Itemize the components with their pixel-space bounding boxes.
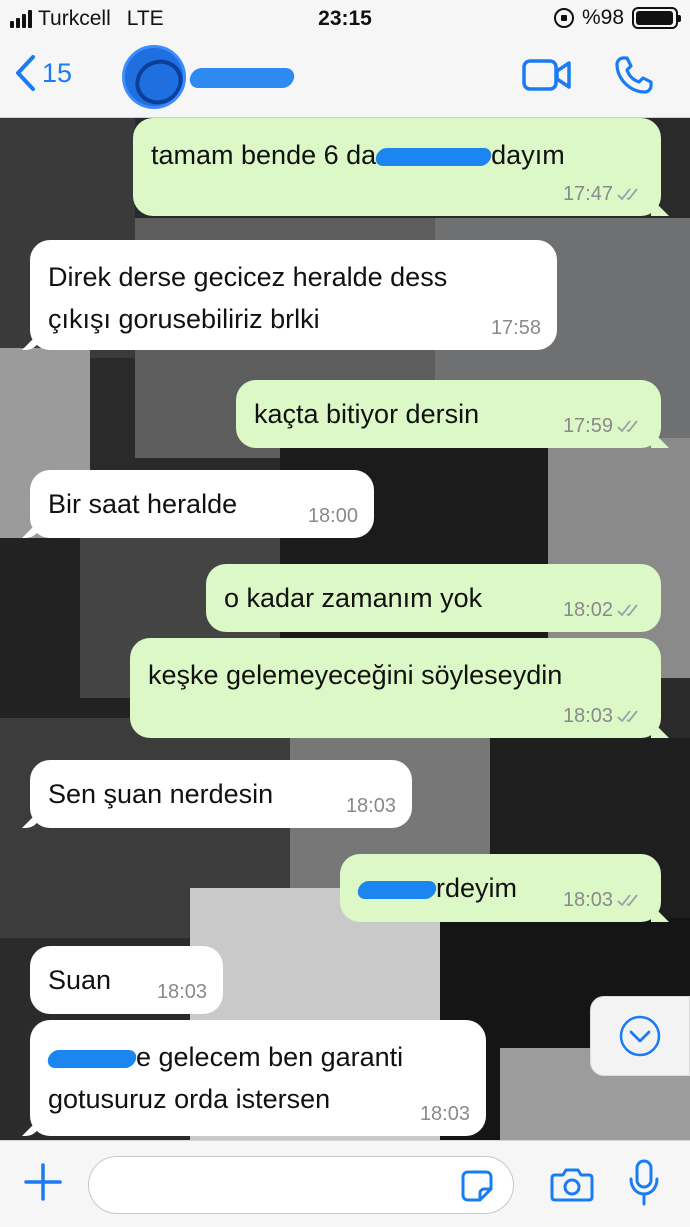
message-incoming[interactable]: Direk derse gecicez heralde dess çıkışı … bbox=[22, 240, 557, 350]
voice-call-button[interactable] bbox=[614, 55, 654, 100]
attach-button[interactable] bbox=[22, 1161, 64, 1208]
rotation-lock-icon bbox=[553, 8, 574, 28]
message-incoming[interactable]: e gelecem ben garanti gotusuruz orda ist… bbox=[22, 1020, 486, 1136]
message-text-end: rdeyim bbox=[436, 873, 518, 903]
video-call-button[interactable] bbox=[522, 58, 572, 97]
message-text: tamam bende 6 da dayım bbox=[151, 132, 643, 178]
message-meta: 18:00 bbox=[308, 506, 358, 526]
double-check-icon bbox=[617, 604, 638, 617]
message-text: Direk derse gecicez heralde dess bbox=[48, 262, 448, 292]
message-meta: 18:03 bbox=[563, 706, 645, 726]
message-meta: 18:03 bbox=[563, 890, 645, 910]
message-text-start: tamam bende 6 da bbox=[151, 140, 377, 170]
chat-header: 15 bbox=[0, 40, 690, 118]
contact-name-redacted[interactable] bbox=[188, 68, 296, 88]
chevron-down-circle-icon bbox=[619, 1015, 661, 1057]
redacted-text bbox=[374, 147, 494, 166]
message-incoming[interactable]: Sen şuan nerdesin 18:03 bbox=[22, 760, 412, 828]
message-outgoing[interactable]: rdeyim 18:03 bbox=[340, 854, 669, 922]
redacted-text bbox=[46, 1049, 138, 1068]
message-meta: 17:59 bbox=[563, 416, 645, 436]
camera-icon bbox=[550, 1168, 594, 1202]
sticker-button[interactable] bbox=[460, 1169, 494, 1208]
input-bar bbox=[0, 1140, 690, 1227]
message-time: 17:58 bbox=[490, 317, 541, 339]
message-time: 17:59 bbox=[562, 415, 613, 437]
microphone-button[interactable] bbox=[628, 1159, 660, 1212]
double-check-icon bbox=[617, 188, 638, 201]
scroll-to-bottom-button[interactable] bbox=[590, 996, 690, 1076]
chat-area[interactable]: tamam bende 6 da dayım 17:47 Direk derse … bbox=[0, 118, 690, 1140]
battery-percent: %98 bbox=[581, 6, 624, 29]
status-bar: Turkcell LTE 23:15 %98 bbox=[0, 0, 690, 40]
double-check-icon bbox=[617, 420, 638, 433]
chevron-left-icon bbox=[16, 55, 35, 91]
battery-fill bbox=[636, 11, 674, 25]
message-time: 17:47 bbox=[562, 183, 613, 205]
contact-avatar[interactable] bbox=[122, 45, 186, 109]
plus-icon bbox=[24, 1163, 62, 1201]
double-check-icon bbox=[617, 710, 638, 723]
message-text: e gelecem ben garanti bbox=[46, 1034, 468, 1080]
status-right: %98 bbox=[553, 6, 681, 30]
message-text: keşke gelemeyeceğini söyleseydin bbox=[148, 660, 563, 690]
message-input[interactable] bbox=[88, 1156, 514, 1214]
message-time: 18:02 bbox=[562, 599, 613, 621]
back-button[interactable]: 15 bbox=[14, 54, 72, 92]
microphone-icon bbox=[629, 1159, 659, 1206]
message-time: 18:00 bbox=[307, 505, 358, 527]
bubble-tail bbox=[651, 198, 669, 216]
message-text-end: e gelecem ben garanti bbox=[136, 1042, 404, 1072]
unread-count: 15 bbox=[42, 57, 73, 88]
bubble-tail bbox=[651, 720, 669, 738]
message-time: 18:03 bbox=[562, 705, 613, 727]
message-time: 18:03 bbox=[562, 889, 613, 911]
message-meta: 17:58 bbox=[491, 318, 541, 338]
message-outgoing[interactable]: o kadar zamanım yok 18:02 bbox=[206, 564, 661, 632]
message-text: gotusuruz orda istersen bbox=[48, 1084, 331, 1114]
camera-button[interactable] bbox=[550, 1166, 594, 1207]
redacted-text bbox=[356, 880, 438, 899]
message-time: 18:03 bbox=[345, 795, 396, 817]
message-incoming[interactable]: Bir saat heralde 18:00 bbox=[22, 470, 374, 538]
message-outgoing[interactable]: kaçta bitiyor dersin 17:59 bbox=[236, 380, 669, 448]
message-outgoing[interactable]: keşke gelemeyeceğini söyleseydin 18:03 bbox=[130, 638, 669, 738]
message-text: çıkışı gorusebiliriz brlki bbox=[48, 304, 320, 334]
message-time: 18:03 bbox=[156, 981, 207, 1003]
battery-icon bbox=[632, 7, 681, 29]
message-meta: 17:47 bbox=[563, 184, 645, 204]
double-check-icon bbox=[617, 894, 638, 907]
message-text: Sen şuan nerdesin bbox=[48, 779, 274, 809]
message-time: 18:03 bbox=[419, 1103, 470, 1125]
message-meta: 18:02 bbox=[563, 600, 645, 620]
message-meta: 18:03 bbox=[420, 1104, 470, 1124]
sticker-icon bbox=[461, 1170, 493, 1202]
video-camera-icon bbox=[522, 59, 571, 91]
message-meta: 18:03 bbox=[346, 796, 396, 816]
phone-icon bbox=[615, 56, 653, 94]
message-meta: 18:03 bbox=[157, 982, 207, 1002]
message-text-end: dayım bbox=[491, 140, 565, 170]
message-incoming[interactable]: Suan 18:03 bbox=[30, 946, 223, 1014]
message-outgoing[interactable]: tamam bende 6 da dayım 17:47 bbox=[133, 118, 669, 216]
